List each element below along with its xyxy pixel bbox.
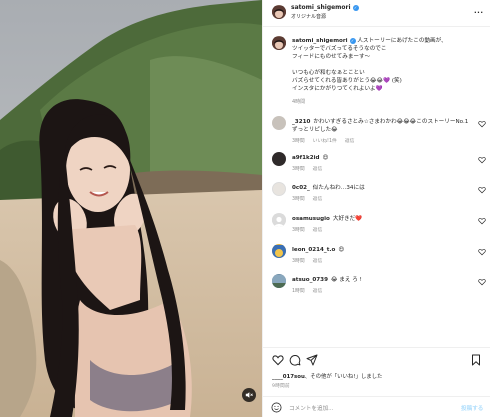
- post-panel: satomi_shigemori ✓ オリジナル音源 ... satomi_shi…: [262, 0, 490, 417]
- more-icon[interactable]: ...: [474, 7, 483, 15]
- video-frame: [0, 0, 262, 417]
- comment-username[interactable]: osamusugio: [292, 216, 330, 222]
- default-avatar-icon: [272, 214, 286, 227]
- comment-text: _3210 かわいすぎるさとみ☆さまわかわ😂😂😂このストーリーNo.1ずっとリピし…: [292, 119, 469, 133]
- comment-username[interactable]: atsuo_0739: [292, 277, 328, 283]
- audio-label[interactable]: オリジナル音源: [291, 13, 326, 20]
- mute-icon: [245, 392, 253, 398]
- post-video[interactable]: [0, 0, 262, 417]
- comment-item: 0c02_ 似たんねわ…34には 3時間 返信: [263, 182, 490, 212]
- caption-username[interactable]: satomi_shigemori: [292, 38, 348, 44]
- comment-meta: 3時間 返信: [292, 197, 323, 202]
- share-icon[interactable]: [306, 354, 318, 366]
- comment-meta: 3時間 返信: [292, 228, 323, 233]
- comment-text: leon_0214_t.o 😍: [292, 247, 345, 253]
- comment-username[interactable]: leon_0214_t.o: [292, 247, 335, 253]
- comment-icon[interactable]: [289, 354, 301, 366]
- heart-icon[interactable]: [478, 278, 486, 286]
- avatar[interactable]: [272, 182, 286, 196]
- avatar[interactable]: [272, 116, 286, 130]
- comment-item: atsuo_0739 😂 まえ ろ ! 1時間 返信: [263, 274, 490, 304]
- post-header: satomi_shigemori ✓ オリジナル音源 ...: [263, 0, 490, 27]
- add-comment-bar: コメントを追加... 投稿する: [263, 396, 490, 417]
- bookmark-icon[interactable]: [470, 354, 482, 366]
- comment-text: atsuo_0739 😂 まえ ろ !: [292, 277, 362, 283]
- avatar[interactable]: [272, 274, 286, 288]
- heart-icon[interactable]: [478, 248, 486, 256]
- avatar[interactable]: [272, 5, 286, 19]
- post-comment-button[interactable]: 投稿する: [461, 404, 483, 412]
- avatar[interactable]: [272, 36, 286, 50]
- caption-text: satomi_shigemori ✓ 人ストーリーにあげたこの動画が、 ツイッター…: [292, 37, 447, 92]
- comment-item: leon_0214_t.o 😍 3時間 返信: [263, 244, 490, 274]
- post-date: 9時間前: [272, 384, 290, 389]
- comment-meta: 3時間 いいね!1件 返信: [292, 139, 355, 144]
- comment-meta: 1時間 返信: [292, 289, 323, 294]
- comment-text: osamusugio 大好きだ❤️: [292, 216, 363, 222]
- heart-icon[interactable]: [478, 156, 486, 164]
- comment-text: a9f1k2id 😍: [292, 155, 329, 161]
- likes-username[interactable]: ____017sou: [272, 374, 305, 380]
- comment-item: a9f1k2id 😍 3時間 返信: [263, 152, 490, 182]
- likes-summary: ____017sou、その他が「いいね!」しました: [272, 374, 383, 380]
- avatar[interactable]: [272, 244, 286, 258]
- heart-icon[interactable]: [272, 354, 284, 366]
- comment-input[interactable]: コメントを追加...: [289, 404, 334, 412]
- comment-username[interactable]: a9f1k2id: [292, 155, 320, 161]
- avatar[interactable]: [272, 213, 286, 227]
- comment-meta: 3時間 返信: [292, 167, 323, 172]
- comment-meta: 3時間 返信: [292, 259, 323, 264]
- comment-item: osamusugio 大好きだ❤️ 3時間 返信: [263, 213, 490, 243]
- caption-time: 4時間: [292, 99, 306, 105]
- comment-username[interactable]: _3210: [292, 119, 310, 125]
- action-bar: [263, 347, 490, 367]
- comment-text: 0c02_ 似たんねわ…34には: [292, 185, 365, 191]
- heart-icon[interactable]: [478, 120, 486, 128]
- comment-username[interactable]: 0c02_: [292, 185, 310, 191]
- emoji-icon[interactable]: [271, 402, 282, 413]
- mute-button[interactable]: [242, 388, 256, 402]
- comment-item: _3210 かわいすぎるさとみ☆さまわかわ😂😂😂このストーリーNo.1ずっとリピし…: [263, 116, 490, 146]
- heart-icon[interactable]: [478, 186, 486, 194]
- verified-icon: ✓: [352, 4, 359, 11]
- avatar[interactable]: [272, 152, 286, 166]
- heart-icon[interactable]: [478, 217, 486, 225]
- header-username[interactable]: satomi_shigemori ✓: [291, 4, 359, 11]
- verified-icon: ✓: [349, 37, 356, 44]
